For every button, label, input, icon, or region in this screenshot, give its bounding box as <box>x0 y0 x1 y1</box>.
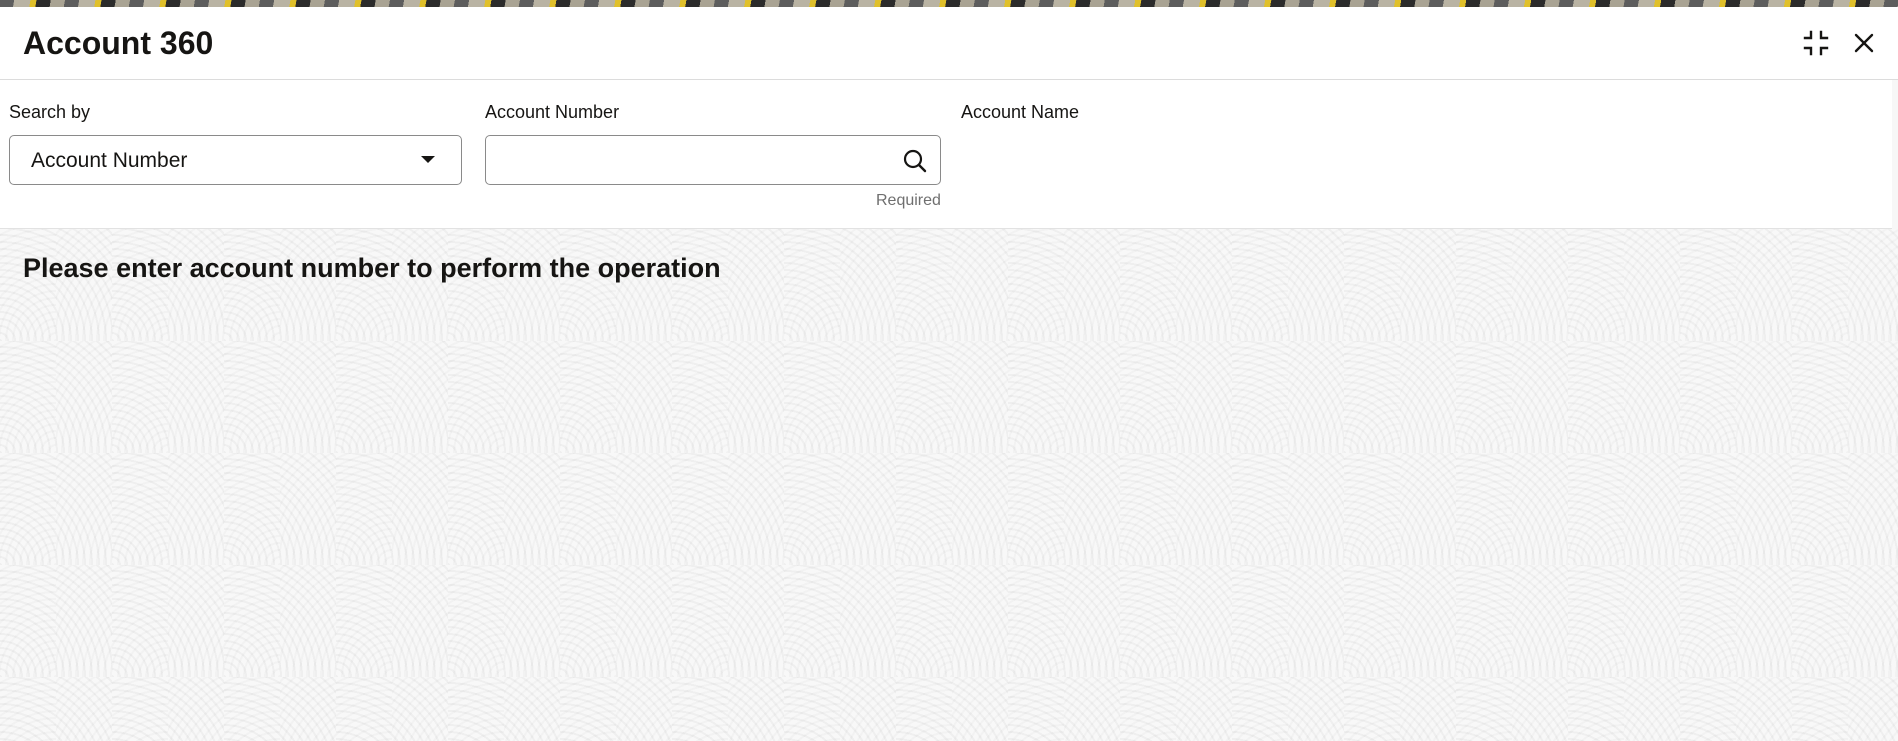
account-number-field[interactable] <box>485 135 941 185</box>
account-name-label: Account Name <box>961 102 1080 122</box>
search-by-value: Account Number <box>31 149 188 172</box>
search-form-panel: Search by Account Number Account Number … <box>0 80 1892 229</box>
close-icon <box>1854 33 1874 53</box>
instruction-message: Please enter account number to perform t… <box>23 253 721 283</box>
search-by-select[interactable]: Account Number <box>9 135 462 185</box>
search-by-label: Search by <box>9 102 91 122</box>
top-decorative-strip <box>0 0 1898 7</box>
background-pattern <box>0 229 1898 741</box>
caret-down-icon <box>421 156 435 163</box>
collapse-icon <box>1803 30 1829 56</box>
window-header: Account 360 <box>0 7 1898 80</box>
search-icon <box>903 149 927 173</box>
account-number-input[interactable] <box>496 144 880 178</box>
minimize-button[interactable] <box>1798 25 1834 61</box>
search-button[interactable] <box>900 146 930 176</box>
page-title: Account 360 <box>23 25 214 61</box>
account-360-window: Account 360 Search by Account Number Acc… <box>0 7 1898 741</box>
required-helper-text: Required <box>876 192 941 209</box>
account-number-label: Account Number <box>485 102 620 122</box>
close-button[interactable] <box>1846 25 1882 61</box>
